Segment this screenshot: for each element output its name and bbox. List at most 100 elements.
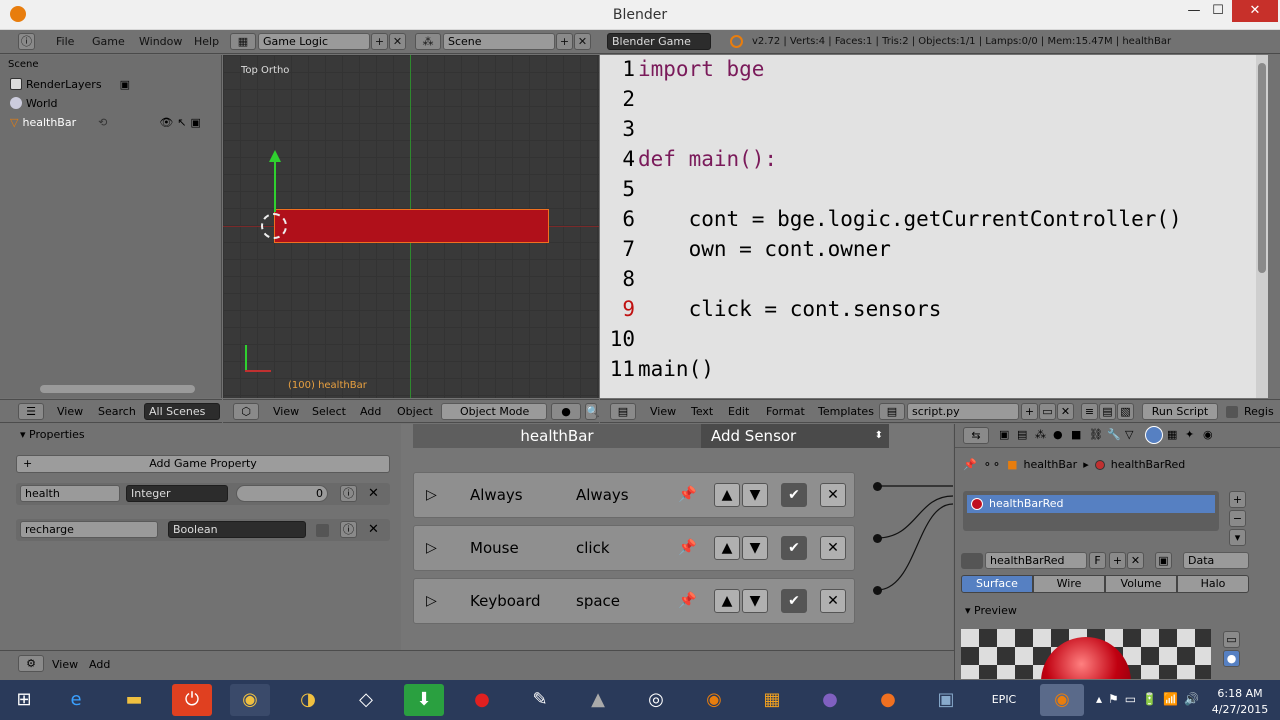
outliner-item-world[interactable]: World — [10, 94, 58, 112]
eclipse-icon[interactable]: ● — [810, 684, 850, 716]
preview-type-flat-icon[interactable]: ▭ — [1223, 631, 1240, 648]
material-link-dropdown[interactable]: Data — [1183, 552, 1249, 569]
preview-panel-header[interactable]: ▾ Preview — [965, 604, 1017, 617]
property-type-dropdown[interactable]: Boolean — [168, 521, 306, 538]
view3d-object-menu[interactable]: Object — [397, 405, 433, 418]
code-line[interactable]: click = cont.sensors — [638, 297, 942, 321]
add-scene-icon[interactable]: + — [556, 33, 573, 50]
remove-sensor-icon[interactable]: ✕ — [820, 483, 846, 507]
active-checkbox[interactable]: ✔ — [781, 483, 807, 507]
modifiers-tab-icon[interactable]: 🔧 — [1107, 428, 1121, 441]
property-type-dropdown[interactable]: Integer — [126, 485, 228, 502]
zoom-search-icon[interactable]: 🔍 — [585, 403, 600, 420]
paint-app-icon[interactable]: ▦ — [752, 684, 792, 716]
scrollbar-thumb[interactable] — [1258, 63, 1266, 273]
preview-type-sphere-icon[interactable]: ● — [1223, 650, 1240, 667]
logic-object-tab[interactable]: healthBar — [413, 424, 701, 448]
text-filename-field[interactable]: script.py — [907, 403, 1019, 420]
text-editor-scrollbar[interactable] — [1256, 55, 1268, 398]
view3d-select-menu[interactable]: Select — [312, 405, 346, 418]
add-game-property-button[interactable]: + Add Game Property — [16, 455, 390, 473]
property-name-field[interactable]: health — [20, 485, 120, 502]
code-line[interactable]: main() — [638, 357, 714, 381]
obs-icon[interactable]: ◎ — [636, 684, 676, 716]
properties-title[interactable]: ▾ Properties — [20, 428, 85, 441]
internet-explorer-icon[interactable]: e — [56, 684, 96, 716]
menu-help[interactable]: Help — [194, 35, 219, 48]
menu-game[interactable]: Game — [92, 35, 125, 48]
sensor-name[interactable]: click — [576, 539, 610, 557]
active-checkbox[interactable]: ✔ — [781, 589, 807, 613]
object-origin-icon[interactable] — [261, 213, 287, 239]
expand-arrow-icon[interactable]: ▷ — [426, 540, 437, 556]
sensor-brick[interactable]: ▷ Mouse click 📌 ▲ ▼ ✔ ✕ — [413, 525, 855, 571]
unlink-text-icon[interactable]: ✕ — [1057, 403, 1074, 420]
view3d-add-menu[interactable]: Add — [360, 405, 381, 418]
move-up-icon[interactable]: ▲ — [714, 536, 740, 560]
code-line[interactable]: cont = bge.logic.getCurrentController() — [638, 207, 1182, 231]
code-line[interactable]: own = cont.owner — [638, 237, 891, 261]
pin-icon[interactable]: 📌 — [678, 538, 697, 556]
data-tab-icon[interactable]: ▽ — [1125, 428, 1133, 441]
clock-time[interactable]: 6:18 AM — [1210, 687, 1270, 700]
editor-type-icon[interactable]: ⬡ — [233, 403, 259, 420]
logic-view-menu[interactable]: View — [52, 658, 78, 671]
editor-type-icon[interactable]: ⇆ — [963, 427, 989, 444]
remove-slot-icon[interactable]: − — [1229, 510, 1246, 527]
add-sensor-dropdown[interactable]: Add Sensor ⬍ — [701, 424, 889, 448]
register-checkbox[interactable] — [1226, 406, 1238, 418]
run-script-button[interactable]: Run Script — [1142, 403, 1218, 420]
remove-sensor-icon[interactable]: ✕ — [820, 536, 846, 560]
text-editor[interactable]: 1 import bge 2 3 4 def main(): 5 6 cont = bge.l… — [600, 55, 1268, 398]
headphones-app-icon[interactable]: ◑ — [288, 684, 328, 716]
maximize-button[interactable]: ☐ — [1206, 0, 1230, 22]
editor-type-icon[interactable]: ☰ — [18, 403, 44, 420]
remove-property-icon[interactable]: ✕ — [368, 486, 379, 501]
eye-icon[interactable]: 👁 — [159, 116, 173, 129]
menu-window[interactable]: Window — [139, 35, 182, 48]
code-line[interactable]: import bge — [638, 57, 764, 81]
sensor-name[interactable]: space — [576, 592, 620, 610]
particles-tab-icon[interactable]: ✦ — [1185, 428, 1194, 441]
line-numbers-toggle-icon[interactable]: ≡ — [1081, 403, 1098, 420]
system-tray-icons[interactable]: ▴⚑▭🔋📶🔊 — [1096, 692, 1205, 706]
debug-info-icon[interactable]: ⓘ — [340, 485, 357, 502]
outliner-item-healthbar[interactable]: ▽ healthBar ⟲ 👁 ↖ ▣ — [10, 113, 220, 131]
start-button[interactable]: ⊞ — [4, 684, 44, 716]
text-edit-menu[interactable]: Edit — [728, 405, 749, 418]
material-slot-item[interactable]: healthBarRed — [967, 495, 1215, 513]
blender-active-icon[interactable]: ◉ — [1040, 684, 1084, 716]
pin-icon[interactable]: 📌 — [678, 591, 697, 609]
unity-icon[interactable]: ◇ — [346, 684, 386, 716]
cursor-select-icon[interactable]: ↖ — [177, 116, 186, 129]
property-value-field[interactable]: 0 — [236, 485, 328, 502]
chrome-icon[interactable]: ◉ — [230, 684, 270, 716]
outliner-filter-dropdown[interactable]: All Scenes — [144, 403, 220, 420]
render-engine-dropdown[interactable]: Blender Game — [607, 33, 711, 50]
move-down-icon[interactable]: ▼ — [742, 589, 768, 613]
add-slot-icon[interactable]: + — [1229, 491, 1246, 508]
tab-surface[interactable]: Surface — [961, 575, 1033, 593]
health-bar-mesh[interactable] — [274, 209, 549, 243]
epic-games-icon[interactable]: EPIC — [984, 684, 1024, 716]
expand-arrow-icon[interactable]: ▷ — [426, 593, 437, 609]
move-down-icon[interactable]: ▼ — [742, 483, 768, 507]
file-explorer-icon[interactable]: ▬ — [114, 684, 154, 716]
blender-taskbar-icon[interactable]: ◉ — [694, 684, 734, 716]
property-boolean-checkbox[interactable] — [316, 524, 329, 537]
power-app-icon[interactable]: ⏻ — [172, 684, 212, 716]
remove-screen-icon[interactable]: ✕ — [389, 33, 406, 50]
inkscape-icon[interactable]: ✎ — [520, 684, 560, 716]
text-datablock-icon[interactable]: ▤ — [879, 403, 905, 420]
code-line[interactable]: def main(): — [638, 147, 777, 171]
remove-sensor-icon[interactable]: ✕ — [820, 589, 846, 613]
node-material-icon[interactable]: ▣ — [1155, 552, 1172, 569]
outliner-item-renderlayers[interactable]: RenderLayers ▣ — [10, 75, 130, 93]
minimize-button[interactable]: — — [1182, 0, 1206, 22]
object-mode-dropdown[interactable]: Object Mode — [441, 403, 547, 420]
render-tab-icon[interactable]: ▣ — [999, 428, 1009, 441]
sensor-type[interactable]: Always — [470, 486, 523, 504]
text-templates-menu[interactable]: Templates — [818, 405, 874, 418]
layers-tab-icon[interactable]: ▤ — [1017, 428, 1027, 441]
constraints-tab-icon[interactable]: ⛓ — [1089, 428, 1103, 441]
